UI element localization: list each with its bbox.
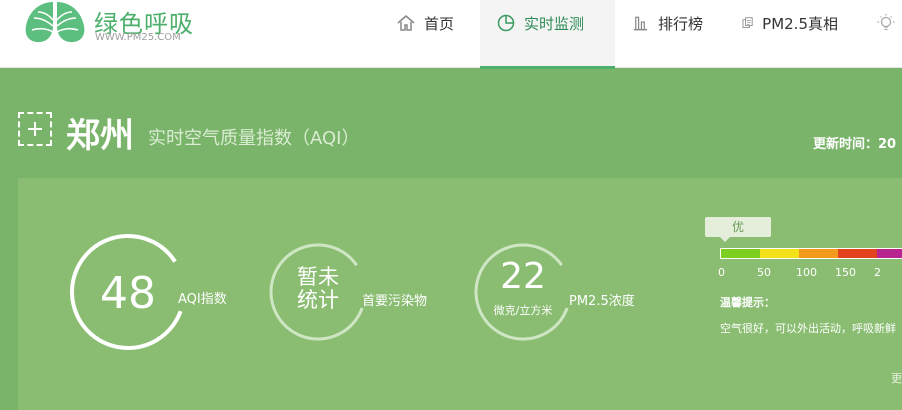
- scale-segment: [877, 249, 902, 258]
- home-icon: [397, 15, 415, 31]
- nav-item-label: 排行榜: [657, 15, 703, 33]
- pollutant-value-line2: 统计: [297, 288, 339, 312]
- scale-tick-label: 50: [757, 266, 771, 279]
- city-name[interactable]: 郑州: [66, 108, 134, 157]
- aqi-label: AQI指数: [178, 292, 227, 307]
- add-city-icon[interactable]: [18, 112, 52, 146]
- pm25-gauge: 22 微克/立方米 PM2.5浓度: [473, 242, 635, 342]
- scale-tick-label: 100: [796, 266, 817, 279]
- nav-item-label: PM2.5真相: [762, 15, 838, 33]
- top-navigation-bar: 绿色呼吸 WWW.PM25.COM 首页 实时监测 排行榜 PM2.5真相: [0, 0, 902, 69]
- air-quality-panel: 48 AQI指数 暂未 统计 首要污染物 22 微克/立方米 PM2.5浓度 优…: [18, 178, 902, 410]
- pollutant-value: 暂未 统计: [268, 266, 368, 312]
- scale-tick-label: 2: [874, 266, 881, 279]
- bar-chart-icon: [633, 16, 648, 31]
- scale-tick-label: 150: [835, 266, 856, 279]
- nav-item-home[interactable]: 首页: [380, 0, 480, 68]
- nav-item-ranking[interactable]: 排行榜: [615, 0, 725, 68]
- scale-segment: [760, 249, 799, 258]
- aqi-value: 48: [100, 268, 156, 319]
- pm25-value: 22: [500, 256, 546, 297]
- current-level-badge: 优: [705, 217, 771, 242]
- scale-tick-label: 0: [718, 266, 725, 279]
- pm25-unit: 微克/立方米: [493, 304, 553, 317]
- tip-text: 空气很好，可以外出活动，呼吸新鲜: [720, 322, 896, 335]
- pollutant-value-line1: 暂未: [297, 265, 339, 289]
- primary-pollutant-gauge: 暂未 统计 首要污染物: [268, 242, 427, 342]
- lightbulb-icon: [877, 14, 895, 31]
- more-link[interactable]: 更: [891, 370, 902, 386]
- nav-item-label: 实时监测: [524, 15, 585, 33]
- update-time: 更新时间：20: [813, 137, 897, 152]
- scale-segment: [799, 249, 838, 258]
- document-icon: [742, 17, 753, 29]
- scale-segment: [838, 249, 877, 258]
- pollutant-label: 首要污染物: [362, 294, 428, 309]
- nav-item-pm25-truth[interactable]: PM2.5真相: [725, 0, 860, 68]
- logo-subtitle: WWW.PM25.COM: [95, 32, 181, 43]
- lungs-logo-icon: [25, 0, 85, 43]
- main-nav: 首页 实时监测 排行榜 PM2.5真相: [380, 0, 902, 69]
- pie-chart-icon: [497, 14, 515, 32]
- aqi-color-scale: [720, 248, 902, 259]
- nav-item-realtime[interactable]: 实时监测: [480, 0, 615, 69]
- aqi-gauge: 48 AQI指数: [68, 232, 227, 352]
- aqi-scale-ticks: 0 50 100 150 2: [718, 266, 902, 280]
- nav-item-tips[interactable]: [860, 0, 902, 68]
- tip-title: 温馨提示：: [720, 296, 775, 309]
- nav-item-label: 首页: [424, 15, 455, 33]
- city-subtitle: 实时空气质量指数（AQI）: [148, 128, 360, 149]
- scale-segment: [721, 249, 760, 258]
- site-logo[interactable]: 绿色呼吸 WWW.PM25.COM: [24, 0, 204, 48]
- pm25-label: PM2.5浓度: [569, 294, 635, 309]
